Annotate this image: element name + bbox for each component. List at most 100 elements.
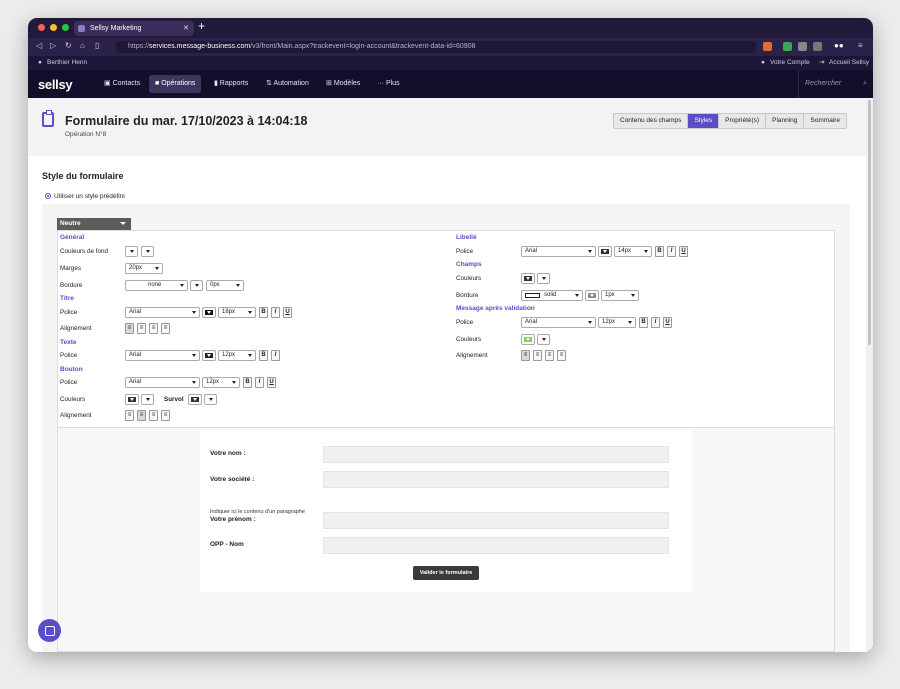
button-align-left-icon[interactable]: ≡: [125, 410, 134, 421]
hover-text-color-dropdown[interactable]: [204, 394, 217, 405]
text-size-select[interactable]: 12px: [218, 350, 256, 361]
button-align-justify-icon[interactable]: ≡: [161, 410, 170, 421]
field-input-nom[interactable]: [323, 446, 669, 463]
button-underline-button[interactable]: U: [267, 377, 276, 388]
label-size-select[interactable]: 14px: [614, 246, 652, 257]
label-italic-button[interactable]: I: [667, 246, 676, 257]
button-bg-color-picker[interactable]: [125, 394, 139, 405]
submit-button[interactable]: Valider le formulaire: [413, 566, 479, 580]
sellsy-logo[interactable]: sellsy: [38, 77, 73, 92]
title-underline-button[interactable]: U: [283, 307, 292, 318]
tab-planning[interactable]: Planning: [766, 114, 805, 128]
menu-icon[interactable]: ≡: [858, 41, 863, 50]
title-font-select[interactable]: Arial: [125, 307, 200, 318]
button-size-select[interactable]: 12px: [202, 377, 240, 388]
button-align-right-icon[interactable]: ≡: [149, 410, 158, 421]
scrollbar-thumb[interactable]: [868, 100, 871, 345]
user-name[interactable]: Berthier Henn: [47, 56, 87, 70]
message-align-left-icon[interactable]: ≡: [521, 350, 530, 361]
nav-automation[interactable]: ⇅ Automation: [260, 75, 315, 93]
message-align-right-icon[interactable]: ≡: [545, 350, 554, 361]
title-size-select[interactable]: 18px: [218, 307, 256, 318]
message-align-center-icon[interactable]: ≡: [533, 350, 542, 361]
bg-color-dropdown[interactable]: [141, 246, 154, 257]
fields-bg-color-picker[interactable]: [521, 273, 535, 284]
nav-contacts[interactable]: ▣ Contacts: [98, 75, 146, 93]
button-bold-button[interactable]: B: [243, 377, 252, 388]
bg-color-picker[interactable]: [125, 246, 138, 257]
sidebar-icon[interactable]: [813, 42, 822, 51]
fields-border-size-select[interactable]: 1px: [601, 290, 639, 301]
home-icon[interactable]: ⌂: [80, 41, 85, 50]
fields-border-color-picker[interactable]: [585, 290, 599, 301]
align-left-icon[interactable]: ≡: [125, 323, 134, 334]
new-tab-icon[interactable]: +: [198, 19, 205, 33]
url-input[interactable]: https://services.message-business.com/v3…: [116, 41, 756, 53]
minimize-window-button[interactable]: [50, 24, 57, 31]
button-italic-button[interactable]: I: [255, 377, 264, 388]
account-link[interactable]: Votre Compte: [770, 56, 810, 70]
close-window-button[interactable]: [38, 24, 45, 31]
message-underline-button[interactable]: U: [663, 317, 672, 328]
message-bold-button[interactable]: B: [639, 317, 648, 328]
message-italic-button[interactable]: I: [651, 317, 660, 328]
preset-select[interactable]: Neutre: [57, 218, 131, 230]
button-text-color-dropdown[interactable]: [141, 394, 154, 405]
tab-sommaire[interactable]: Sommaire: [804, 114, 846, 128]
field-input-societe[interactable]: [323, 471, 669, 488]
message-bg-color-picker[interactable]: [521, 334, 535, 345]
border-color-dropdown[interactable]: [190, 280, 203, 291]
title-italic-button[interactable]: I: [271, 307, 280, 318]
nav-rapports[interactable]: ▮ Rapports: [208, 75, 254, 93]
scrollbar[interactable]: [866, 98, 873, 652]
label-color-picker[interactable]: [598, 246, 612, 257]
extension-icon[interactable]: [783, 42, 792, 51]
label-font-select[interactable]: Arial: [521, 246, 596, 257]
text-font-select[interactable]: Arial: [125, 350, 200, 361]
title-bold-button[interactable]: B: [259, 307, 268, 318]
nav-plus[interactable]: ··· Plus: [371, 75, 406, 93]
brave-shield-icon[interactable]: [763, 42, 772, 51]
tab-styles[interactable]: Styles: [688, 114, 720, 128]
predefined-style-label[interactable]: Utiliser un style prédéfini: [54, 193, 125, 200]
bookmark-icon[interactable]: ▯: [95, 41, 99, 50]
button-align-center-icon[interactable]: ≡: [137, 410, 146, 421]
zoom-window-button[interactable]: [62, 24, 69, 31]
search-input[interactable]: Rechercher ⌕: [798, 70, 873, 98]
nav-operations[interactable]: ■ Opérations: [149, 75, 202, 93]
margins-select[interactable]: 20px: [125, 263, 163, 274]
label-bold-button[interactable]: B: [655, 246, 664, 257]
align-right-icon[interactable]: ≡: [149, 323, 158, 334]
reader-icon[interactable]: ●●: [834, 41, 844, 50]
chat-launcher-icon[interactable]: [38, 619, 61, 642]
back-icon[interactable]: ▷: [50, 41, 56, 50]
field-input-prenom[interactable]: [323, 512, 669, 529]
border-size-select[interactable]: 0px: [206, 280, 244, 291]
text-italic-button[interactable]: I: [271, 350, 280, 361]
button-font-select[interactable]: Arial: [125, 377, 200, 388]
sidebar-toggle-icon[interactable]: ◁: [36, 41, 42, 50]
message-font-select[interactable]: Arial: [521, 317, 596, 328]
align-center-icon[interactable]: ≡: [137, 323, 146, 334]
home-link[interactable]: Accueil Sellsy: [829, 56, 869, 70]
field-input-opp-nom[interactable]: [323, 537, 669, 554]
text-bold-button[interactable]: B: [259, 350, 268, 361]
search-icon[interactable]: ⌕: [863, 70, 867, 98]
extension-2-icon[interactable]: [798, 42, 807, 51]
message-align-justify-icon[interactable]: ≡: [557, 350, 566, 361]
text-color-picker[interactable]: [202, 350, 216, 361]
nav-modeles[interactable]: ⊞ Modèles: [320, 75, 366, 93]
message-size-select[interactable]: 12px: [598, 317, 636, 328]
hover-bg-color-picker[interactable]: [188, 394, 202, 405]
tab-contenu[interactable]: Contenu des champs: [614, 114, 689, 128]
reload-icon[interactable]: ↻: [65, 41, 72, 50]
message-text-color-dropdown[interactable]: [537, 334, 550, 345]
border-style-select[interactable]: none: [125, 280, 188, 291]
browser-tab[interactable]: Sellsy Marketing ✕: [74, 21, 194, 36]
label-underline-button[interactable]: U: [679, 246, 688, 257]
tab-proprietes[interactable]: Propriété(s): [719, 114, 767, 128]
close-tab-icon[interactable]: ✕: [183, 21, 189, 36]
title-color-picker[interactable]: [202, 307, 216, 318]
predefined-style-radio[interactable]: [45, 193, 51, 199]
align-justify-icon[interactable]: ≡: [161, 323, 170, 334]
